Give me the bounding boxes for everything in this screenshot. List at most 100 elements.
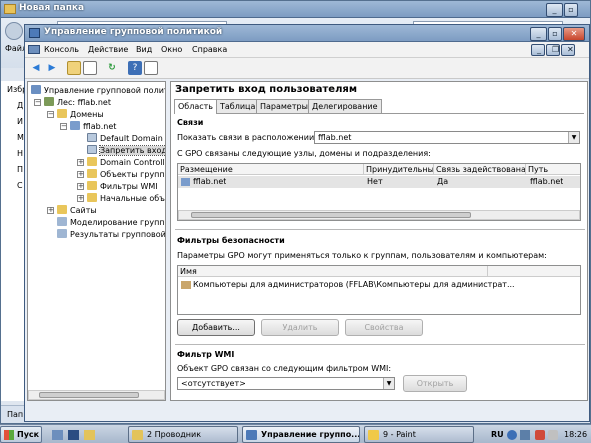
windows-logo-icon bbox=[4, 430, 14, 440]
close-button[interactable]: ✕ bbox=[563, 27, 585, 41]
collapse-toggle[interactable]: − bbox=[60, 123, 67, 130]
table-row[interactable]: fflab.net Нет Да fflab.net bbox=[178, 176, 580, 188]
tree-gpo-objects[interactable]: Объекты групповой политики bbox=[87, 169, 165, 180]
maximize-button[interactable]: ▫ bbox=[548, 27, 562, 41]
help-icon[interactable] bbox=[507, 430, 517, 440]
properties-icon[interactable] bbox=[144, 61, 158, 75]
collapse-toggle[interactable]: − bbox=[34, 99, 41, 106]
child-restore-button[interactable]: ❐ bbox=[546, 44, 560, 56]
taskbar-gpmc[interactable]: Управление группо... bbox=[242, 426, 360, 443]
menu-action[interactable]: Действие bbox=[83, 43, 133, 57]
tree-modeling[interactable]: Моделирование групповой политики bbox=[57, 217, 165, 228]
expand-toggle[interactable]: + bbox=[77, 183, 84, 190]
bg-nav-item[interactable]: С bbox=[17, 181, 23, 190]
minimize-button[interactable]: _ bbox=[530, 27, 547, 41]
menu-view[interactable]: Вид bbox=[131, 43, 157, 57]
server-manager-icon[interactable] bbox=[52, 430, 63, 440]
tab-details[interactable]: Таблица bbox=[216, 99, 260, 113]
back-arrow-icon[interactable]: ◀ bbox=[29, 61, 43, 75]
menu-help[interactable]: Справка bbox=[187, 43, 232, 57]
chevron-down-icon[interactable]: ▼ bbox=[568, 132, 579, 143]
tree-starter[interactable]: Начальные объекты групповой политики bbox=[87, 193, 165, 204]
gpmc-app-icon bbox=[29, 28, 40, 38]
links-location-select[interactable]: fflab.net ▼ bbox=[314, 131, 580, 144]
volume-muted-icon[interactable] bbox=[535, 430, 545, 440]
wmi-filter-select[interactable]: <отсутствует> ▼ bbox=[177, 377, 395, 390]
tab-scope[interactable]: Область bbox=[174, 99, 218, 114]
refresh-icon[interactable]: ↻ bbox=[105, 61, 119, 75]
menu-window[interactable]: Окно bbox=[156, 43, 187, 57]
gpo-link-icon bbox=[87, 145, 97, 154]
tree-forest[interactable]: Лес: fflab.net bbox=[44, 97, 111, 108]
detail-title: Запретить вход пользователям bbox=[175, 84, 357, 95]
bg-nav-item[interactable]: Н bbox=[17, 149, 23, 158]
expand-toggle[interactable]: + bbox=[47, 207, 54, 214]
explorer-icon[interactable] bbox=[84, 430, 95, 440]
tree-root[interactable]: Управление групповой политикой bbox=[31, 85, 165, 96]
tab-delegation[interactable]: Делегирование bbox=[308, 99, 382, 113]
up-folder-icon[interactable] bbox=[67, 61, 81, 75]
start-button[interactable]: Пуск bbox=[0, 426, 42, 443]
gpmc-title-bar[interactable]: Управление групповой политикой _ ▫ ✕ bbox=[25, 25, 589, 42]
tree-sites[interactable]: Сайты bbox=[57, 205, 97, 216]
powershell-icon[interactable] bbox=[68, 430, 79, 440]
tree-domain[interactable]: fflab.net bbox=[70, 121, 116, 132]
child-close-button[interactable]: ✕ bbox=[561, 44, 575, 56]
bg-nav-item[interactable]: И bbox=[17, 117, 23, 126]
chevron-down-icon[interactable]: ▼ bbox=[383, 378, 394, 389]
tree-results[interactable]: Результаты групповой политики bbox=[57, 229, 165, 240]
bg-maximize-button[interactable]: ▫ bbox=[564, 3, 578, 17]
expand-toggle[interactable]: + bbox=[77, 171, 84, 178]
col-header-enabled[interactable]: Связь задействована bbox=[434, 164, 526, 175]
tree-dc[interactable]: Domain Controllers bbox=[87, 157, 165, 168]
ou-icon bbox=[87, 157, 97, 166]
action-center-icon[interactable] bbox=[548, 430, 558, 440]
expand-toggle[interactable]: + bbox=[77, 195, 84, 202]
tree-wmi[interactable]: Фильтры WMI bbox=[87, 181, 158, 192]
tree-gpo-selected[interactable]: Запретить вход пользователям bbox=[87, 145, 165, 156]
add-button[interactable]: Добавить... bbox=[177, 319, 255, 336]
bg-minimize-button[interactable]: _ bbox=[546, 3, 563, 17]
network-icon[interactable] bbox=[520, 430, 530, 440]
col-header-name[interactable]: Имя bbox=[178, 266, 488, 277]
scroll-thumb[interactable] bbox=[39, 392, 139, 398]
properties-button[interactable]: Свойства bbox=[345, 319, 423, 336]
col-header-location[interactable]: Размещение bbox=[178, 164, 364, 175]
location-value: fflab.net bbox=[318, 133, 352, 142]
menu-console[interactable]: Консоль bbox=[39, 43, 84, 57]
wmi-value: <отсутствует> bbox=[181, 379, 246, 388]
links-h-scrollbar[interactable] bbox=[178, 210, 580, 220]
gpmc-window: Управление групповой политикой _ ▫ ✕ Кон… bbox=[24, 24, 590, 422]
taskbar-explorer[interactable]: 2 Проводник bbox=[128, 426, 238, 443]
sites-icon bbox=[57, 205, 67, 214]
tree-h-scrollbar[interactable] bbox=[28, 390, 165, 400]
clock[interactable]: 18:26 bbox=[564, 430, 587, 439]
tab-settings[interactable]: Параметры bbox=[256, 99, 312, 113]
bg-nav-item[interactable]: М bbox=[17, 133, 24, 142]
bg-title-bar[interactable]: Новая папка _ ▫ bbox=[1, 1, 590, 18]
col-header-path[interactable]: Путь bbox=[526, 164, 580, 175]
bg-nav-item[interactable]: П bbox=[17, 165, 23, 174]
scroll-thumb[interactable] bbox=[191, 212, 471, 218]
gpmc-icon bbox=[246, 430, 257, 440]
gpmc-icon bbox=[31, 85, 41, 94]
show-tree-icon[interactable] bbox=[83, 61, 97, 75]
taskbar-paint[interactable]: 9 - Paint bbox=[364, 426, 474, 443]
list-item[interactable]: Компьютеры для администраторов (FFLAB\Ко… bbox=[178, 279, 580, 291]
expand-toggle[interactable]: + bbox=[77, 159, 84, 166]
row-enabled: Да bbox=[437, 177, 449, 186]
collapse-toggle[interactable]: − bbox=[47, 111, 54, 118]
language-indicator[interactable]: RU bbox=[491, 430, 504, 439]
remove-button[interactable]: Удалить bbox=[261, 319, 339, 336]
divider bbox=[175, 229, 585, 230]
child-minimize-button[interactable]: _ bbox=[531, 44, 545, 56]
bg-nav-item[interactable]: Д bbox=[17, 101, 23, 110]
open-button[interactable]: Открыть bbox=[403, 375, 467, 392]
back-button[interactable] bbox=[5, 22, 23, 40]
forward-arrow-icon[interactable]: ▶ bbox=[45, 61, 59, 75]
tree-gpo-default[interactable]: Default Domain Policy bbox=[87, 133, 165, 144]
col-header-enforced[interactable]: Принудительный bbox=[364, 164, 434, 175]
starter-folder-icon bbox=[87, 193, 97, 202]
tree-domains[interactable]: Домены bbox=[57, 109, 104, 120]
help-icon[interactable]: ? bbox=[128, 61, 142, 75]
